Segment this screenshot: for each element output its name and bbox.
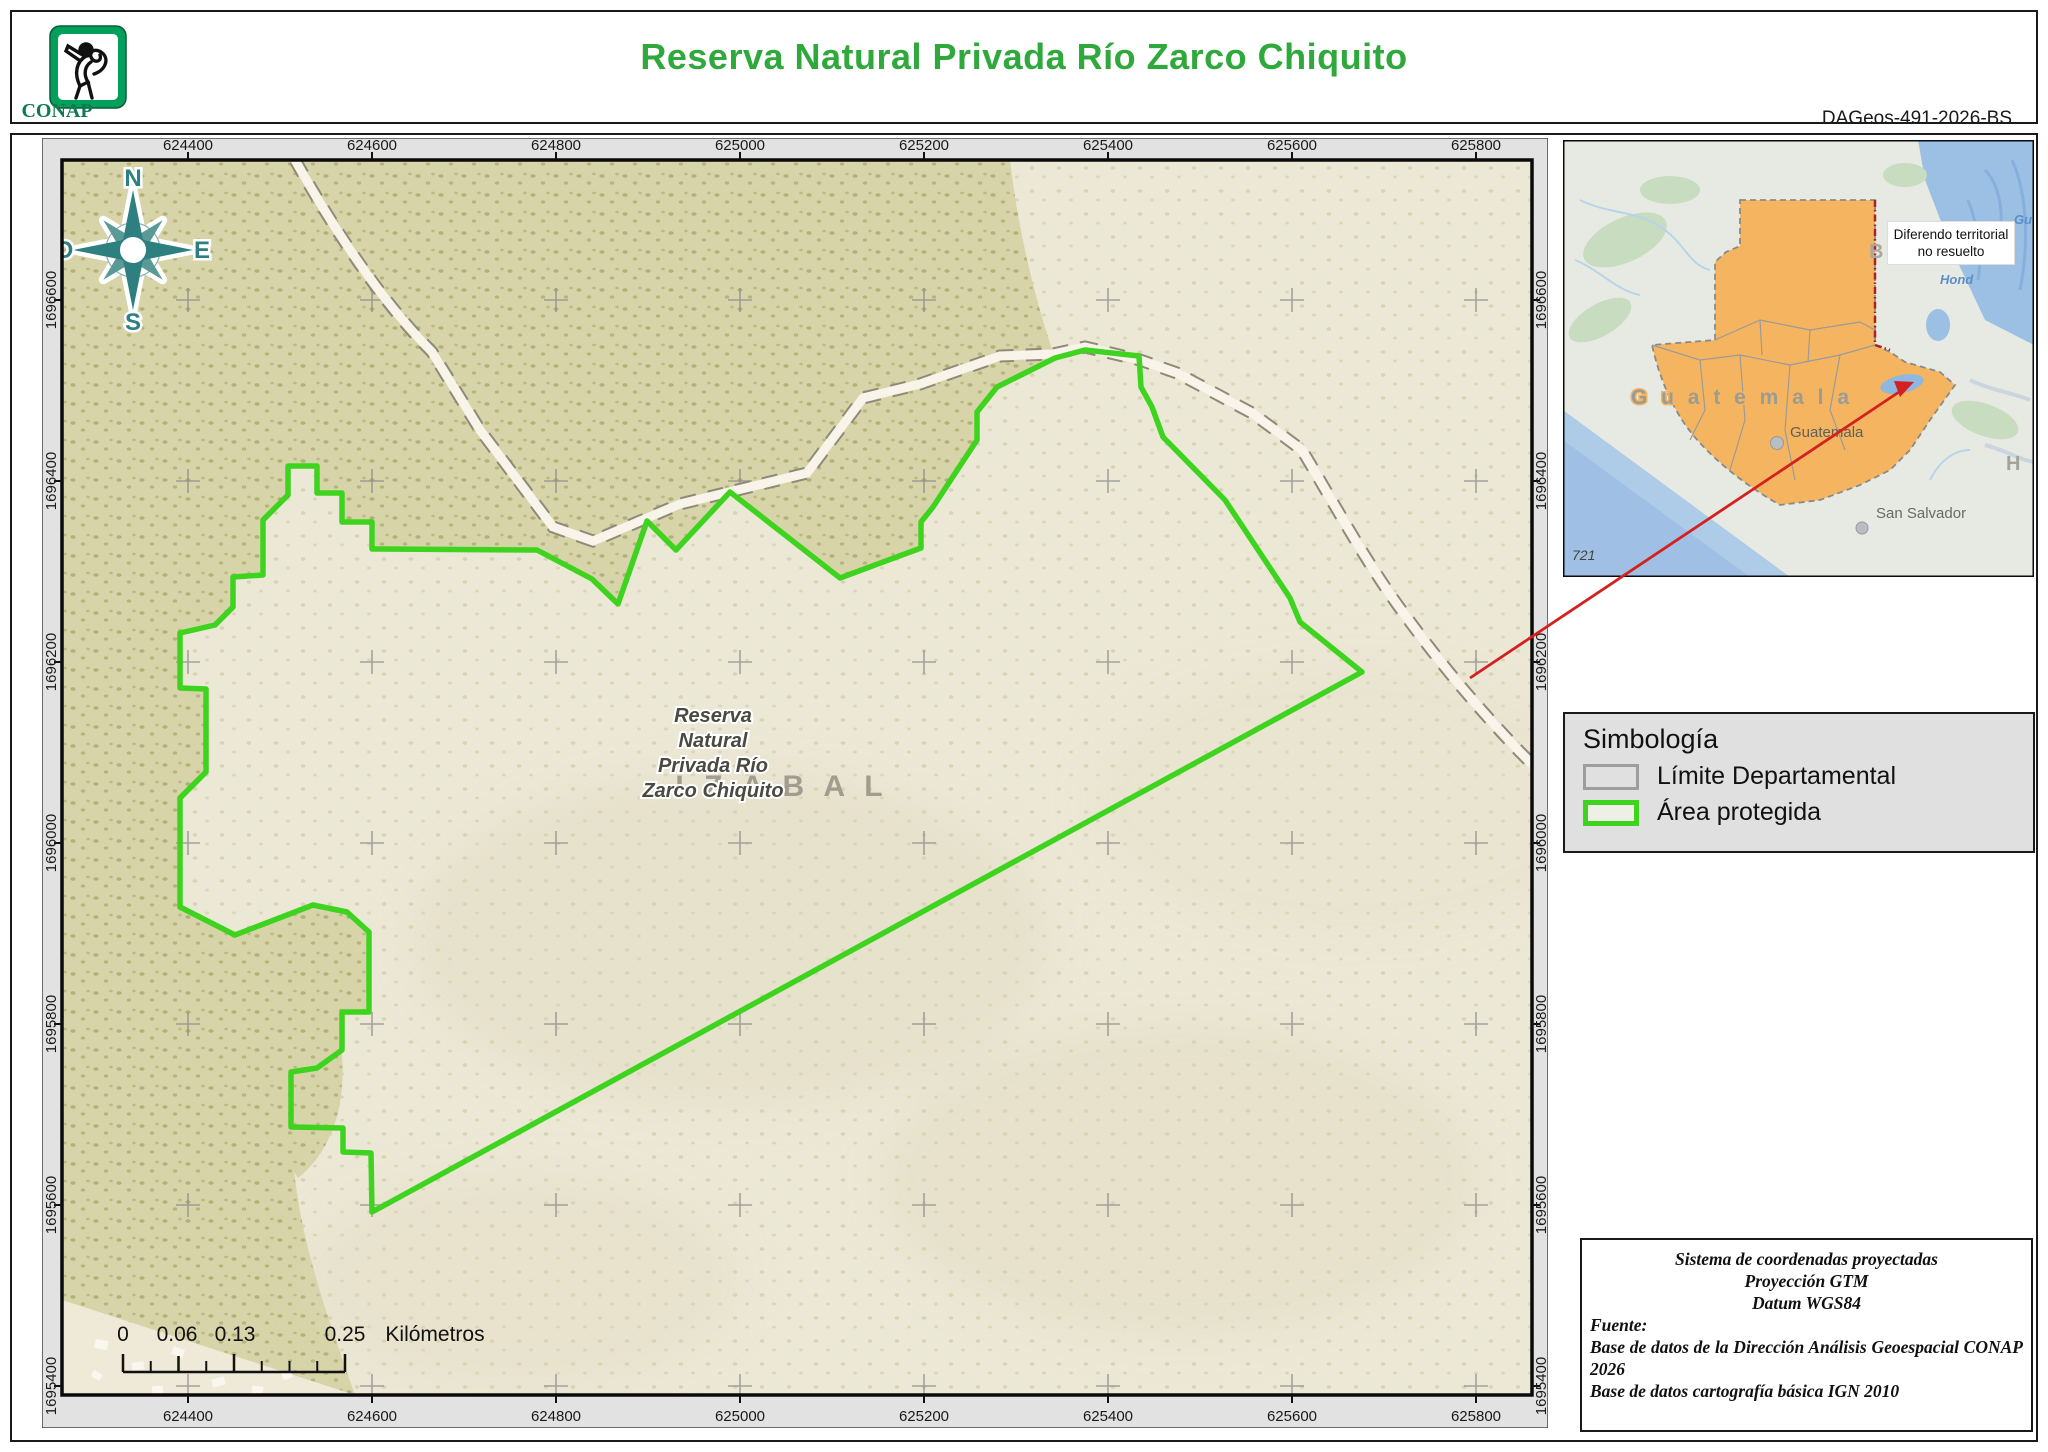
scale-unit-label: Kilómetros [385, 1323, 484, 1346]
x-tick-label: 625600 [1267, 1408, 1317, 1425]
datum-line: Datum WGS84 [1582, 1292, 2031, 1314]
y-tick-label: 1696000 [1533, 814, 1548, 872]
source-line-1: Base de datos de la Dirección Análisis G… [1590, 1336, 2023, 1380]
y-tick-label: 1695800 [1533, 995, 1548, 1053]
map-canvas: I Z A B A L Reserva Natural Privada Río … [55, 160, 1548, 1395]
water-label-gu: Gu [2014, 212, 2032, 227]
legend: Simbología Límite Departamental Área pro… [1563, 712, 2035, 853]
y-tick-label: 1695800 [43, 995, 60, 1053]
honduras-label: H o [2006, 453, 2034, 475]
legend-item-protected-area: Área protegida [1583, 798, 2033, 827]
coord-system-line: Sistema de coordenadas proyectadas [1582, 1248, 2031, 1270]
x-tick-label: 625000 [715, 1408, 765, 1425]
y-tick-label: 1696400 [1533, 452, 1548, 510]
credits-box: Sistema de coordenadas proyectadas Proye… [1580, 1238, 2033, 1432]
legend-item-departmental: Límite Departamental [1583, 762, 2033, 791]
x-tick-label: 625400 [1083, 138, 1133, 154]
reserve-label-line: Privada Río [658, 755, 768, 777]
header: CONAP Reserva Natural Privada Río Zarco … [10, 10, 2038, 124]
y-tick-label: 1696200 [1533, 633, 1548, 691]
san-salvador-dot [1856, 522, 1868, 534]
amatique-bay [1926, 309, 1950, 341]
source-heading: Fuente: [1590, 1314, 2023, 1336]
compass-s-label: S [125, 309, 141, 336]
reserve-label-line: Zarco Chiquito [641, 780, 783, 802]
scale-label: 0 [117, 1323, 129, 1346]
x-tick-label: 625200 [899, 138, 949, 154]
scale-label: 0.06 [157, 1323, 198, 1346]
x-tick-label: 625200 [899, 1408, 949, 1425]
x-tick-label: 624600 [347, 1408, 397, 1425]
x-tick-label: 624800 [531, 138, 581, 154]
x-tick-label: 624400 [163, 138, 213, 154]
compass-e-label: E [194, 237, 210, 264]
y-tick-label: 1695400 [1533, 1357, 1548, 1415]
legend-item-label: Área protegida [1657, 798, 1821, 827]
capital-city-label: Guatemala [1790, 424, 1864, 441]
reserve-label-line: Reserva [674, 705, 752, 727]
reserve-label-line: Natural [679, 730, 748, 752]
x-tick-label: 625800 [1451, 1408, 1501, 1425]
water-label-hond: Hond [1940, 272, 1974, 287]
x-tick-label: 625600 [1267, 138, 1317, 154]
country-label: G u a t e m a l a [1631, 386, 1853, 409]
y-tick-label: 1696400 [43, 452, 60, 510]
document-id: DAGeos-491-2026-BS [1822, 108, 2012, 130]
y-tick-label: 1695600 [1533, 1176, 1548, 1234]
x-tick-label: 625000 [715, 138, 765, 154]
x-tick-label: 624600 [347, 138, 397, 154]
x-tick-label: 624400 [163, 1408, 213, 1425]
y-tick-label: 1695600 [43, 1176, 60, 1234]
x-tick-label: 625800 [1451, 138, 1501, 154]
y-tick-label: 1696600 [1533, 271, 1548, 329]
compass-n-label: N [124, 165, 141, 192]
capital-city-dot [1771, 437, 1784, 450]
map-document: CONAP Reserva Natural Privada Río Zarco … [0, 0, 2048, 1452]
x-tick-label: 624800 [531, 1408, 581, 1425]
territorial-dispute-note: Diferendo territorial no resuelto [1888, 222, 2014, 264]
road-number-label: 721 [1572, 547, 1595, 563]
legend-item-label: Límite Departamental [1657, 762, 1896, 791]
source-line-2: Base de datos cartografía básica IGN 201… [1590, 1380, 2023, 1402]
x-tick-label: 625400 [1083, 1408, 1133, 1425]
page-title: Reserva Natural Privada Río Zarco Chiqui… [12, 36, 2036, 78]
legend-title: Simbología [1583, 724, 2033, 755]
y-tick-label: 1696600 [43, 271, 60, 329]
scale-label: 0.25 [325, 1323, 366, 1346]
san-salvador-label: San Salvador [1876, 505, 1966, 522]
projection-line: Proyección GTM [1582, 1270, 2031, 1292]
conap-logo-label: CONAP [12, 100, 102, 123]
main-map: I Z A B A L Reserva Natural Privada Río … [42, 138, 1548, 1428]
departmental-boundary-swatch-icon [1583, 764, 1639, 790]
scale-label: 0.13 [215, 1323, 256, 1346]
belize-label: B [1869, 241, 1883, 263]
y-tick-label: 1695400 [43, 1357, 60, 1415]
protected-area-swatch-icon [1583, 800, 1639, 826]
y-tick-label: 1696000 [43, 814, 60, 872]
y-tick-label: 1696200 [43, 633, 60, 691]
inset-locator-map: B Gu Hond G u a t e m a l a Guatemala Sa… [1563, 140, 2034, 577]
